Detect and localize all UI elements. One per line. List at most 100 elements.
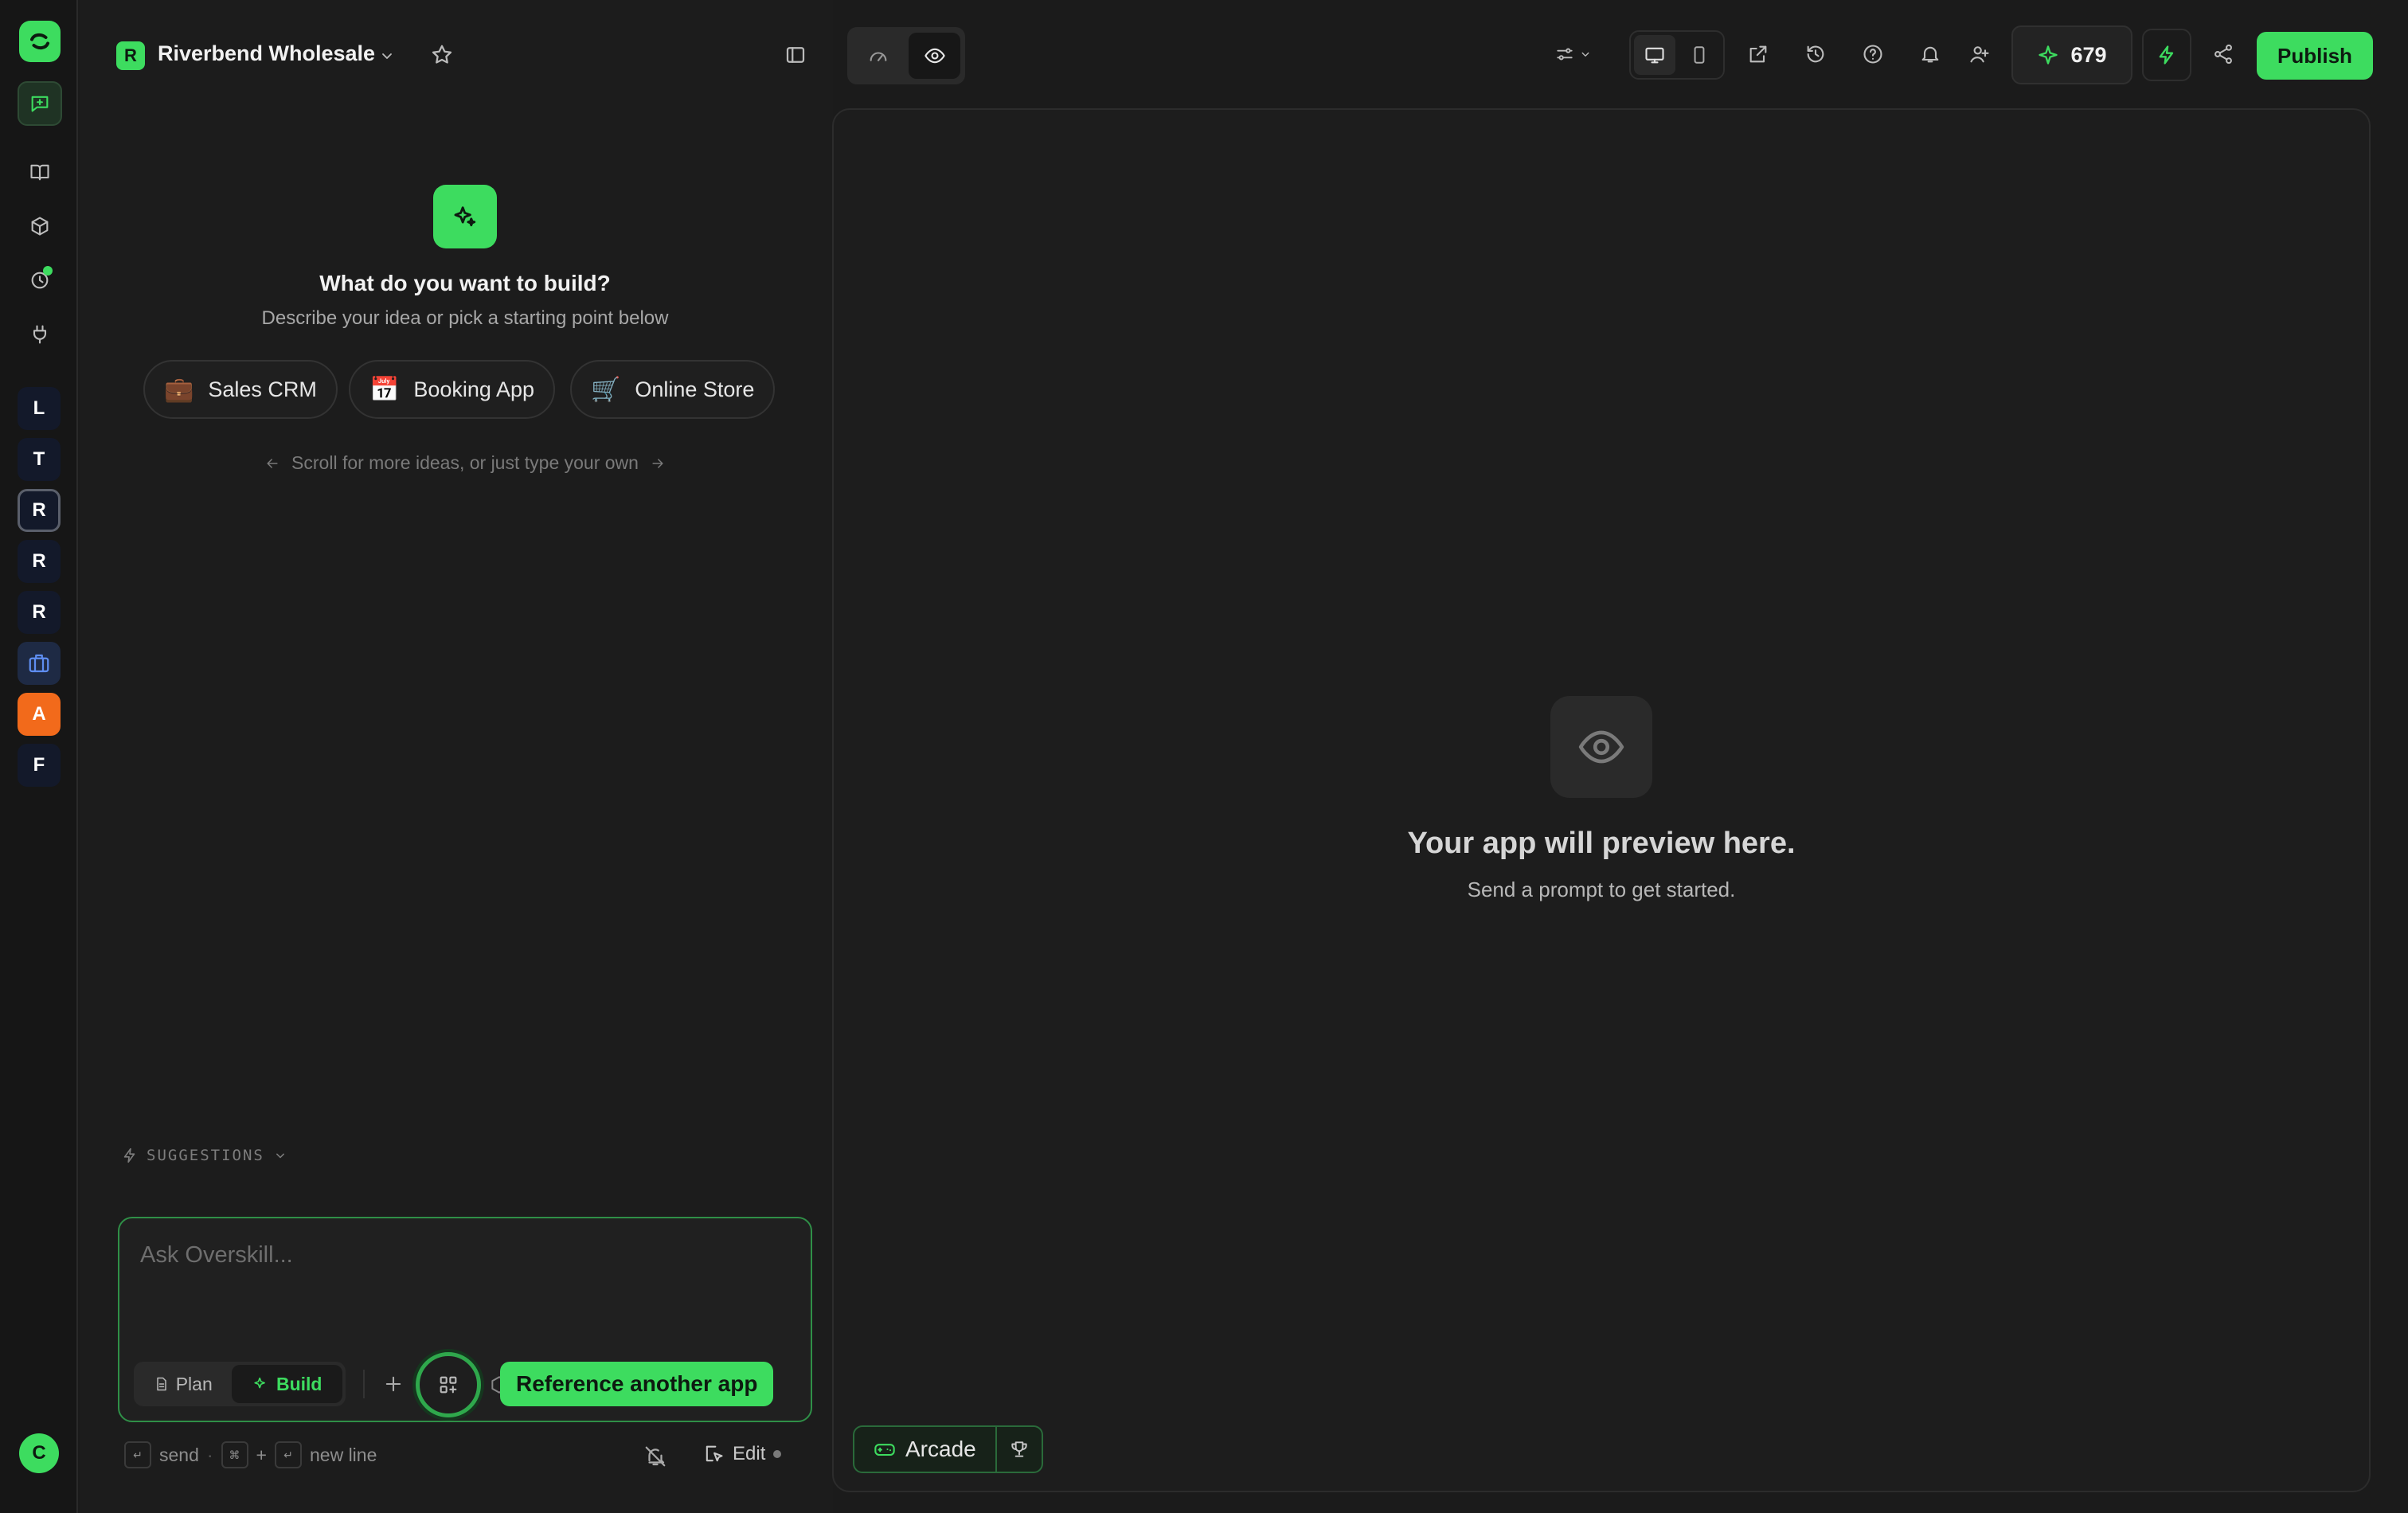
reference-app-tooltip: Reference another app [500,1362,774,1406]
send-hint: send [159,1444,199,1465]
open-external-button[interactable] [1742,38,1774,70]
status-dot [773,1450,782,1458]
mobile-view-button[interactable] [1679,35,1720,75]
cmd-key: ⌘ [221,1441,248,1468]
credits-count: 679 [2070,42,2107,67]
workspace-l[interactable]: L [18,387,61,430]
preview-title: Your app will preview here. [1407,827,1796,860]
share-button[interactable] [2207,38,2239,70]
view-mode-toggle [847,27,965,84]
suggestions-toggle[interactable]: SUGGESTIONS [121,1147,288,1164]
dashboard-view-button[interactable] [852,33,904,79]
docs-nav-button[interactable] [18,150,62,194]
arcade-bar: Arcade [853,1425,1043,1473]
gauge-icon [870,52,886,61]
build-mode-button[interactable]: Build [232,1365,342,1403]
history-icon [1807,45,1824,63]
chip-booking-app[interactable]: 📅 Booking App [349,360,555,419]
integrations-nav-button[interactable] [18,312,62,357]
separator-dot: · [206,1444,213,1465]
project-name[interactable]: Riverbend Wholesale [158,41,375,66]
arcade-label: Arcade [905,1437,976,1461]
sidebar-toggle-icon[interactable] [784,43,807,67]
workspace-a[interactable]: A [18,693,61,736]
arrow-left-icon [267,458,278,468]
publish-button[interactable]: Publish [2257,32,2373,80]
build-label: Build [276,1373,322,1394]
keyboard-hints: ↵ send · ⌘ + ↵ new line [124,1441,377,1468]
plug-icon [33,325,47,344]
trophy-icon [1011,1441,1027,1457]
project-badge: R [116,41,145,70]
briefcase-emoji-icon: 💼 [164,376,194,403]
calendar-emoji-icon: 📅 [369,376,400,403]
sparkle-badge [433,185,497,248]
empty-subtitle: Describe your idea or pick a starting po… [261,307,669,329]
device-toggle [1629,30,1725,80]
edit-button[interactable]: Edit [702,1443,782,1465]
workspace-t[interactable]: T [18,438,61,481]
sparkle-icon [2039,45,2058,65]
workspace-briefcase[interactable] [18,642,61,685]
plus-icon[interactable] [382,1373,405,1395]
monitor-icon [1645,47,1664,64]
chevron-down-icon [1581,52,1589,57]
prompt-input[interactable]: Ask Overskill... [140,1242,293,1269]
lightning-icon [123,1147,135,1163]
bell-icon [1921,46,1939,63]
boost-button[interactable] [2142,29,2191,81]
document-icon [156,1377,166,1391]
newline-hint: new line [309,1444,377,1465]
version-history-button[interactable] [1800,38,1831,70]
desktop-view-button[interactable] [1634,35,1675,75]
star-icon[interactable] [430,43,454,67]
scroll-hint: Scroll for more ideas, or just type your… [80,452,850,474]
phone-icon [1694,46,1705,64]
composer: Ask Overskill... Plan Build Reference an… [118,1217,812,1422]
cursor-select-icon [706,1445,723,1462]
settings-sliders-button[interactable] [1550,38,1597,70]
invite-user-button[interactable] [1964,38,1996,70]
edit-label: Edit [733,1443,766,1464]
leaderboard-button[interactable] [997,1427,1042,1472]
preview-pane: Your app will preview here. Send a promp… [832,108,2371,1492]
plan-mode-button[interactable]: Plan [137,1365,229,1403]
workspace-r-active[interactable]: R [18,489,61,532]
user-avatar[interactable]: C [19,1433,59,1473]
empty-title: What do you want to build? [319,271,611,295]
book-icon [30,164,49,181]
eye-icon [1578,730,1624,764]
sparkles-icon [454,206,476,227]
chip-sales-crm[interactable]: 💼 Sales CRM [143,360,338,419]
packages-nav-button[interactable] [18,204,62,248]
chat-nav-button[interactable] [18,81,62,126]
workspace-f[interactable]: F [18,744,61,787]
history-nav-button[interactable] [18,258,62,303]
sparkles-icon [254,1377,265,1389]
left-rail: L T R R R A F C [0,0,78,1513]
mode-toggle: Plan Build [134,1362,346,1406]
plan-label: Plan [175,1373,213,1394]
app-logo[interactable] [19,21,61,62]
chevron-down-icon [276,1153,284,1159]
arcade-button[interactable]: Arcade [854,1427,995,1472]
preview-view-button[interactable] [909,33,960,79]
suggestions-label: SUGGESTIONS [147,1147,264,1164]
apps-plus-icon [440,1376,457,1394]
help-button[interactable] [1857,38,1889,70]
eye-icon [924,48,945,64]
external-link-icon [1749,45,1767,63]
workspace-r-2[interactable]: R [18,540,61,583]
chip-label: Sales CRM [208,377,317,401]
enter-key: ↵ [124,1441,151,1468]
bell-off-icon[interactable] [643,1445,667,1468]
chevron-down-icon[interactable] [377,46,397,65]
sliders-icon [1557,48,1573,61]
plus-text: + [256,1444,267,1465]
chip-online-store[interactable]: 🛒 Online Store [570,360,776,419]
reference-app-button[interactable] [416,1352,481,1417]
workspace-r-3[interactable]: R [18,591,61,634]
credits-badge[interactable]: 679 [2011,25,2132,84]
enter-key-2: ↵ [274,1441,302,1468]
notifications-button[interactable] [1914,38,1946,70]
